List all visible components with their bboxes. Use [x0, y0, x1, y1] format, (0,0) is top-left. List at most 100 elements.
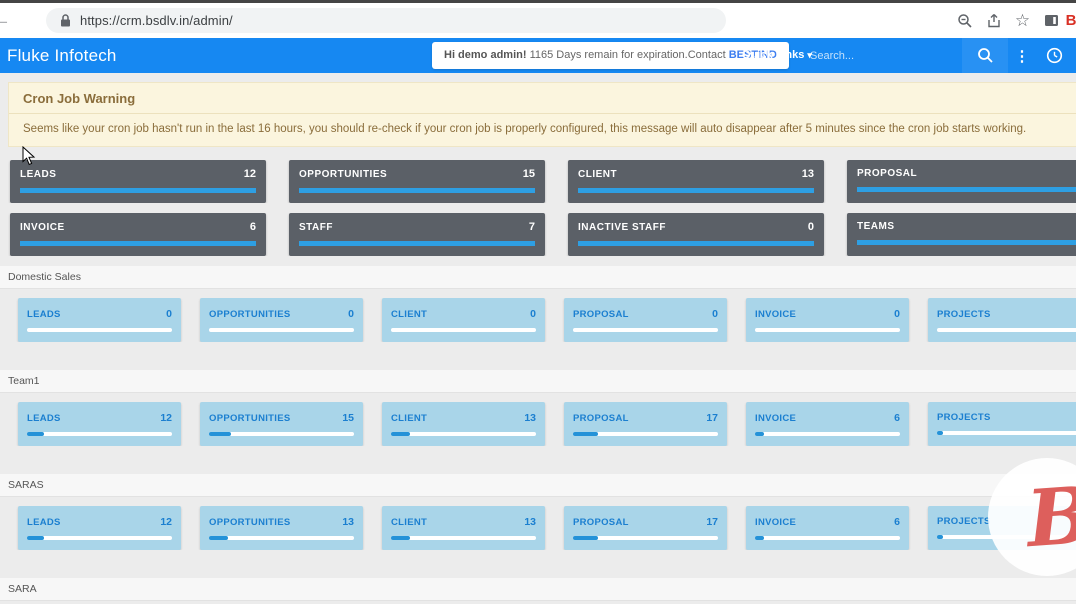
card-value: 12 — [160, 412, 172, 424]
metric-card-leads[interactable]: LEADS 12 — [18, 506, 181, 550]
notice-greeting: Hi demo admin! — [444, 49, 527, 61]
card-label: LEADS — [20, 169, 56, 180]
card-label: INVOICE — [755, 517, 796, 528]
card-label: PROPOSAL — [857, 168, 917, 179]
progress-bar — [755, 536, 900, 540]
screen: ← ⟳ https://crm.bsdlv.in/admin/ ☆ B Fluk… — [0, 0, 1076, 604]
card-value: 0 — [712, 308, 718, 320]
metric-card-leads[interactable]: LEADS0 — [18, 298, 181, 342]
metric-card-invoice[interactable]: INVOICE 6 — [746, 506, 909, 550]
card-label: LEADS — [27, 517, 61, 528]
overflow-menu-icon[interactable]: ⋮ — [1012, 38, 1032, 73]
search-input[interactable] — [810, 38, 955, 73]
back-icon[interactable]: ← — [0, 9, 14, 31]
metric-card-proposal[interactable]: PROPOSAL17 — [564, 506, 727, 550]
section-header-domestic-sales: Domestic Sales — [0, 266, 1076, 289]
card-value: 0 — [894, 308, 900, 320]
progress-bar — [27, 536, 172, 540]
card-value: 13 — [524, 516, 536, 528]
summary-card-inactive-staff[interactable]: INACTIVE STAFF0 — [568, 213, 824, 256]
metric-card-proposal[interactable]: PROPOSAL 0 — [564, 298, 727, 342]
progress-bar — [573, 536, 718, 540]
metric-card-client[interactable]: CLIENT13 — [382, 506, 545, 550]
clock-icon[interactable] — [1040, 38, 1068, 73]
card-label: LEADS — [27, 413, 61, 424]
progress-bar — [27, 328, 172, 332]
progress-bar — [20, 241, 256, 246]
progress-bar — [578, 241, 814, 246]
progress-bar — [857, 240, 1076, 245]
progress-bar — [578, 188, 814, 193]
progress-bar — [20, 188, 256, 193]
section-header-sara: SARA — [0, 578, 1076, 601]
progress-bar — [209, 536, 354, 540]
card-label: PROJECTS — [937, 309, 991, 320]
card-label: PROPOSAL — [573, 517, 629, 528]
address-bar[interactable]: https://crm.bsdlv.in/admin/ — [46, 8, 726, 33]
card-label: INACTIVE STAFF — [578, 222, 666, 233]
brand-title[interactable]: Fluke Infotech — [7, 38, 117, 73]
metric-card-invoice[interactable]: INVOICE6 — [746, 402, 909, 446]
card-label: INVOICE — [755, 309, 796, 320]
card-value: 17 — [706, 412, 718, 424]
progress-bar — [27, 432, 172, 436]
side-panel-icon[interactable] — [1037, 13, 1066, 28]
summary-card-opportunities[interactable]: OPPORTUNITIES15 — [289, 160, 545, 203]
cron-warning-banner: Cron Job Warning Seems like your cron jo… — [8, 82, 1076, 147]
section-cards-saras: LEADS 12 OPPORTUNITIES13 CLIENT13 PROPOSA… — [0, 506, 1076, 550]
card-label: PROPOSAL — [573, 309, 629, 320]
summary-card-teams[interactable]: TEAMS — [847, 213, 1076, 256]
metric-card-opportunities[interactable]: OPPORTUNITIES15 — [200, 402, 363, 446]
metric-card-proposal[interactable]: PROPOSAL 17 — [564, 402, 727, 446]
card-label: TEAMS — [857, 221, 895, 232]
metric-card-leads[interactable]: LEADS 12 — [18, 402, 181, 446]
share-icon[interactable] — [979, 13, 1008, 29]
metric-card-opportunities[interactable]: OPPORTUNITIES0 — [200, 298, 363, 342]
lock-icon[interactable] — [60, 14, 71, 27]
card-value: 6 — [894, 516, 900, 528]
card-label: STAFF — [299, 222, 333, 233]
summary-card-staff[interactable]: STAFF7 — [289, 213, 545, 256]
summary-card-proposal[interactable]: PROPOSAL — [847, 160, 1076, 203]
section-cards-domestic-sales: LEADS0 OPPORTUNITIES0 CLIENT0 PROPOSAL0 … — [0, 298, 1076, 342]
card-value: 0 — [166, 308, 172, 320]
url-text[interactable]: https://crm.bsdlv.in/admin/ — [80, 13, 233, 28]
card-value: 13 — [342, 516, 354, 528]
metric-card-invoice[interactable]: INVOICE 0 — [746, 298, 909, 342]
card-value: 15 — [523, 168, 535, 180]
card-label: INVOICE — [20, 222, 65, 233]
notice-text: 1165 Days remain for expiration.Contact — [527, 49, 729, 61]
section-cards-team1: LEADS 12 OPPORTUNITIES15 CLIENT13 PROPOSA… — [0, 402, 1076, 446]
metric-card-client[interactable]: CLIENT0 — [382, 298, 545, 342]
metric-card-projects[interactable]: PROJECTS — [928, 402, 1076, 446]
summary-row-1: LEADS12 OPPORTUNITIES15 CLIENT13 PROPOSA… — [0, 160, 1076, 203]
zoom-icon[interactable] — [950, 13, 979, 29]
progress-bar — [573, 328, 718, 332]
card-label: PROJECTS — [937, 412, 991, 423]
summary-card-leads[interactable]: LEADS12 — [10, 160, 266, 203]
mouse-cursor — [22, 146, 36, 166]
progress-bar — [299, 188, 535, 193]
extension-icon[interactable]: B — [1066, 12, 1076, 29]
quick-links-menu[interactable]: Quick Links ▾ — [742, 38, 812, 73]
progress-bar — [755, 328, 900, 332]
section-header-team1: Team1 — [0, 370, 1076, 393]
watermark-letter: B — [1024, 469, 1076, 564]
bookmark-star-icon[interactable]: ☆ — [1008, 11, 1037, 31]
metric-card-opportunities[interactable]: OPPORTUNITIES13 — [200, 506, 363, 550]
progress-bar — [391, 432, 536, 436]
card-label: PROPOSAL — [573, 413, 629, 424]
browser-toolbar: ← ⟳ https://crm.bsdlv.in/admin/ ☆ B — [0, 3, 1076, 38]
summary-card-invoice[interactable]: INVOICE6 — [10, 213, 266, 256]
metric-card-projects[interactable]: PROJECTS0 — [928, 298, 1076, 342]
progress-bar — [937, 328, 1076, 332]
progress-bar — [755, 432, 900, 436]
cron-warning-title: Cron Job Warning — [9, 83, 1076, 114]
card-label: OPPORTUNITIES — [209, 309, 291, 320]
summary-card-client[interactable]: CLIENT13 — [568, 160, 824, 203]
card-label: CLIENT — [391, 413, 427, 424]
card-value: 0 — [530, 308, 536, 320]
card-value: 12 — [160, 516, 172, 528]
metric-card-client[interactable]: CLIENT13 — [382, 402, 545, 446]
search-icon[interactable] — [962, 38, 1008, 73]
